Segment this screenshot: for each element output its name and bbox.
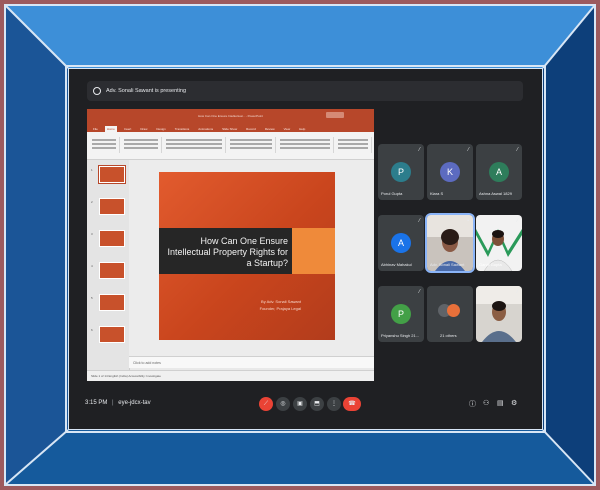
chat-icon[interactable]: ▤ xyxy=(497,399,504,407)
more-icon[interactable]: ⋮ xyxy=(327,397,341,411)
current-slide[interactable]: How Can One Ensure Intellectual Property… xyxy=(159,172,335,340)
camera-icon[interactable]: ◎ xyxy=(276,397,290,411)
activities-icon[interactable]: ⚙ xyxy=(511,399,517,407)
slide-thumbnail[interactable] xyxy=(99,230,125,247)
ppt-ribbon xyxy=(87,132,374,160)
mic-off-icon: ⁄ xyxy=(468,147,469,153)
meet-screen: Adv. Sonali Sawant is presenting How Can… xyxy=(68,68,543,430)
participant-name: Garvit Gupta xyxy=(479,262,502,267)
speaking-icon: • xyxy=(467,218,469,224)
mic-off-icon: ⁄ xyxy=(517,218,518,224)
slide-thumbnails: 1 2 3 4 5 6 xyxy=(87,160,130,370)
participant-tile[interactable]: ⁄ P Priyanshu Singh 21... xyxy=(378,286,424,342)
slide-author: By Adv. Sonali Sawant xyxy=(261,299,301,304)
slide-canvas: How Can One Ensure Intellectual Property… xyxy=(129,160,374,356)
slide-thumbnail[interactable] xyxy=(99,294,125,311)
info-icon[interactable]: ⓘ xyxy=(469,399,476,409)
participant-video xyxy=(476,286,522,342)
participant-tile[interactable]: ⁄ A Abhinav Mahakul xyxy=(378,215,424,271)
participant-tile-presenter[interactable]: • Adv. Sonali Sawant xyxy=(425,213,475,273)
others-tile[interactable]: 21 others xyxy=(427,286,473,342)
thumb-number: 4 xyxy=(91,264,93,268)
avatar: P xyxy=(391,162,411,182)
participant-name: Ashna Aswal 1829 xyxy=(479,191,512,196)
present-icon xyxy=(93,87,101,95)
ribbon-drawing-group[interactable] xyxy=(277,137,334,153)
participant-tile[interactable]: ⁄ Garvit Gupta xyxy=(476,215,522,271)
participant-tile[interactable]: ⁄ xyxy=(476,286,522,342)
mic-off-icon: ⁄ xyxy=(419,289,420,295)
others-count: 21 others xyxy=(440,333,457,338)
slide-author-role: Founder, Prajaya Legal xyxy=(259,306,301,311)
participant-name: Porul Gupta xyxy=(381,191,403,196)
ribbon-editing-group[interactable] xyxy=(335,137,372,153)
present-icon[interactable]: ⬒ xyxy=(310,397,324,411)
slide-title: How Can One Ensure Intellectual Property… xyxy=(167,236,288,268)
slide-thumbnail[interactable] xyxy=(99,326,125,343)
ppt-ribbon-tabs: File Home Insert Draw Design Transitions… xyxy=(87,122,374,132)
participant-name: Kiara S xyxy=(430,191,444,196)
participant-tile[interactable]: ⁄ A Ashna Aswal 1829 xyxy=(476,144,522,200)
captions-icon[interactable]: ▣ xyxy=(293,397,307,411)
ppt-title-bar: How Can One Ensure Intellectual... - Pow… xyxy=(87,109,374,122)
slide-thumbnail[interactable] xyxy=(98,165,126,184)
thumb-number: 6 xyxy=(91,328,93,332)
ribbon-paragraph-group[interactable] xyxy=(227,137,276,153)
meeting-time: 3:15 PM xyxy=(85,400,108,406)
slide-byline: By Adv. Sonali Sawant Founder, Prajaya L… xyxy=(260,298,301,312)
participant-tile[interactable]: ⁄ P Porul Gupta xyxy=(378,144,424,200)
thumb-number: 2 xyxy=(91,200,93,204)
avatar: P xyxy=(391,304,411,324)
participant-tile[interactable]: ⁄ K Kiara S xyxy=(427,144,473,200)
meeting-code: eye-jdcx-tav xyxy=(118,400,151,406)
status-bar: Slide 1 of 14 English (India) Accessibil… xyxy=(87,370,374,381)
avatar xyxy=(447,304,460,317)
presenting-text: Adv. Sonali Sawant is presenting xyxy=(106,88,186,94)
user-badge xyxy=(326,112,344,118)
notes-pane[interactable]: Click to add notes xyxy=(129,356,374,368)
avatar: A xyxy=(489,162,509,182)
mic-off-icon: ⁄ xyxy=(419,218,420,224)
slide-thumbnail[interactable] xyxy=(99,262,125,279)
participant-name: Abhinav Mahakul xyxy=(381,262,412,267)
ribbon-clipboard-group[interactable] xyxy=(89,137,120,153)
ribbon-font-group[interactable] xyxy=(163,137,226,153)
participant-name: Priyanshu Singh 21... xyxy=(381,333,420,338)
avatar: K xyxy=(440,162,460,182)
people-icon[interactable]: ⚇ xyxy=(483,399,489,407)
slide-thumbnail[interactable] xyxy=(99,198,125,215)
hangup-icon[interactable]: ☎ xyxy=(343,397,361,411)
title-accent xyxy=(292,228,335,274)
presenting-banner: Adv. Sonali Sawant is presenting xyxy=(87,81,523,101)
mic-off-icon: ⁄ xyxy=(419,147,420,153)
ppt-window-title: How Can One Ensure Intellectual... - Pow… xyxy=(198,113,263,118)
mic-off-icon: ⁄ xyxy=(517,289,518,295)
ribbon-slides-group[interactable] xyxy=(121,137,162,153)
powerpoint-window: How Can One Ensure Intellectual... - Pow… xyxy=(87,109,374,381)
participant-name: Adv. Sonali Sawant xyxy=(430,262,465,267)
thumb-number: 3 xyxy=(91,232,93,236)
meeting-info: 3:15 PM | eye-jdcx-tav xyxy=(85,400,151,406)
mic-off-icon: ⁄ xyxy=(517,147,518,153)
mic-off-icon[interactable]: ⟋ xyxy=(259,397,273,411)
thumb-number: 1 xyxy=(91,168,93,172)
thumb-number: 5 xyxy=(91,296,93,300)
avatar: A xyxy=(391,233,411,253)
